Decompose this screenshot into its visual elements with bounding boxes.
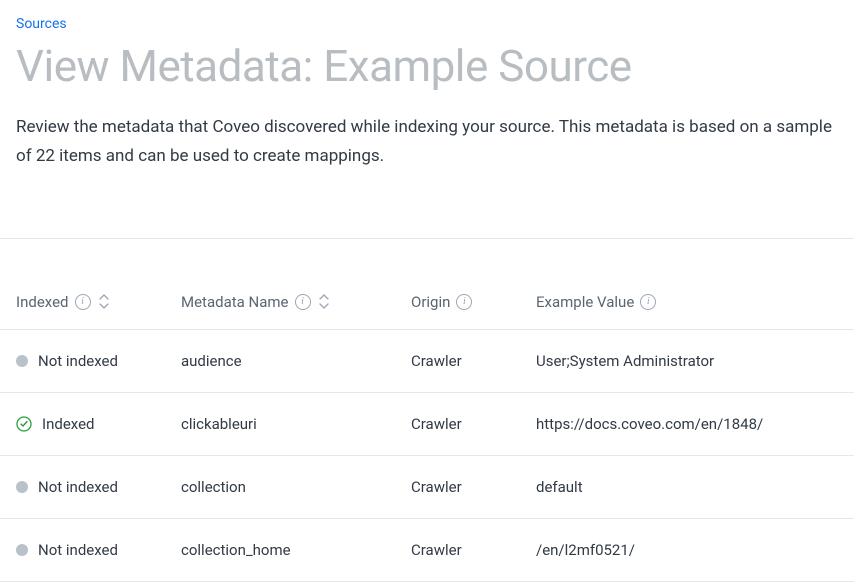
indexed-status: Indexed xyxy=(42,415,95,433)
breadcrumb-sources[interactable]: Sources xyxy=(16,16,838,32)
status-dot-icon xyxy=(16,355,28,367)
divider xyxy=(0,199,854,239)
table-row[interactable]: Not indexed collection_home Crawler/en/l2m… xyxy=(0,519,854,582)
example-value: User;System Administrator xyxy=(536,352,714,370)
table-row[interactable]: Not indexed audience Crawler User;System Ad… xyxy=(0,330,854,393)
sort-icon[interactable] xyxy=(317,293,331,311)
indexed-status: Not indexed xyxy=(38,541,118,559)
metadata-name: collection xyxy=(181,478,246,496)
indexed-status: Not indexed xyxy=(38,352,118,370)
table-row[interactable]: Not indexed collection Crawler default xyxy=(0,456,854,519)
info-icon[interactable]: i xyxy=(295,294,311,310)
origin-value: Crawler xyxy=(411,478,462,496)
status-dot-icon xyxy=(16,481,28,493)
metadata-name: clickableuri xyxy=(181,415,257,433)
example-value: default xyxy=(536,478,583,496)
origin-value: Crawler xyxy=(411,415,462,433)
metadata-name: collection_home xyxy=(181,541,291,559)
column-header-example-value: Example Value xyxy=(536,293,634,311)
status-dot-icon xyxy=(16,544,28,556)
page-description: Review the metadata that Coveo discovere… xyxy=(16,113,838,171)
page-title: View Metadata: Example Source xyxy=(16,40,838,93)
check-circle-icon xyxy=(16,416,32,432)
table-header-row: Indexed i Metadata Name i Origin i Examp… xyxy=(0,275,854,330)
origin-value: Crawler xyxy=(411,352,462,370)
info-icon[interactable]: i xyxy=(640,294,656,310)
example-value: /en/l2mf0521/ xyxy=(536,541,635,559)
info-icon[interactable]: i xyxy=(75,294,91,310)
column-header-indexed: Indexed xyxy=(16,293,69,311)
info-icon[interactable]: i xyxy=(456,294,472,310)
sort-icon[interactable] xyxy=(97,293,111,311)
indexed-status: Not indexed xyxy=(38,478,118,496)
origin-value: Crawler xyxy=(411,541,462,559)
column-header-origin: Origin xyxy=(411,293,450,311)
column-header-metadata-name: Metadata Name xyxy=(181,293,289,311)
metadata-name: audience xyxy=(181,352,242,370)
metadata-table: Indexed i Metadata Name i Origin i Examp… xyxy=(0,275,854,582)
table-row[interactable]: Indexed clickableuri Crawler https://docs.c… xyxy=(0,393,854,456)
example-value: https://docs.coveo.com/en/1848/ xyxy=(536,415,763,433)
